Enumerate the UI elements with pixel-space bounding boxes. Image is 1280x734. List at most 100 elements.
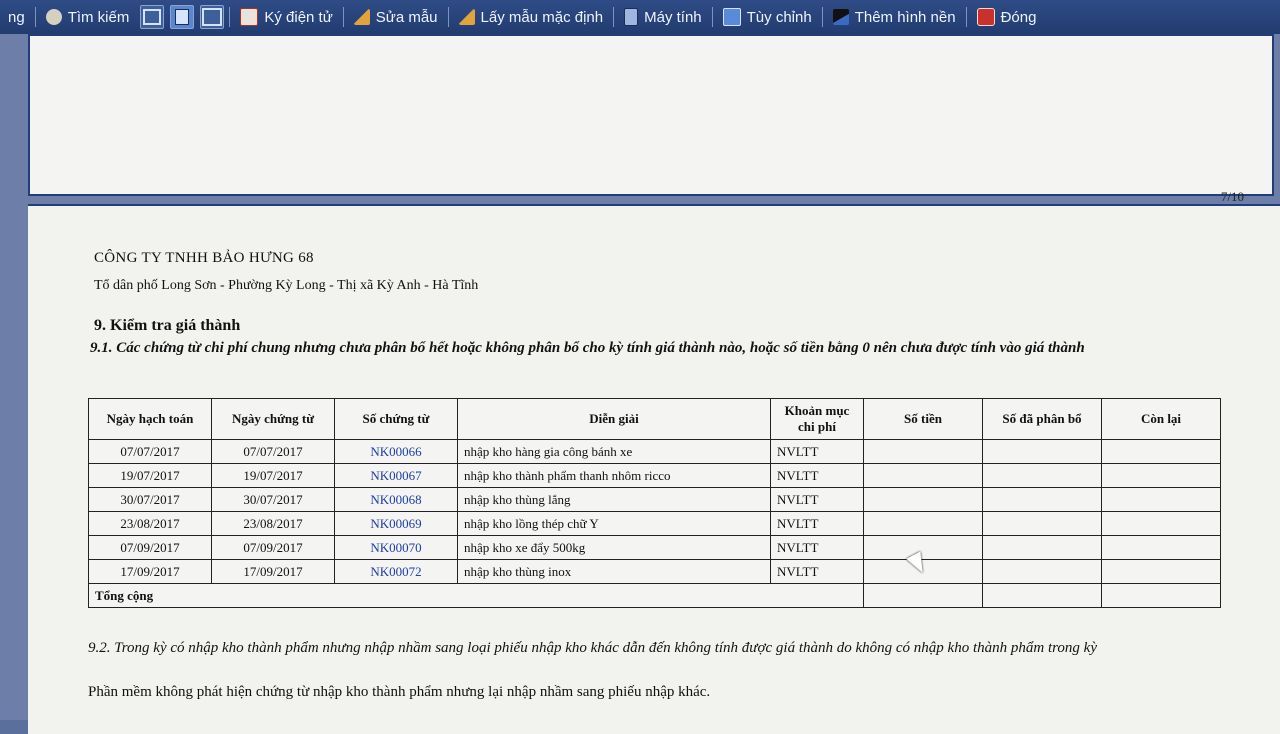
report-toolbar: ng Tìm kiếm Ký điện tử Sửa mẫu Lấy mẫu m… [0,0,1280,34]
cell-allocated [982,559,1102,584]
cell-cost-item: NVLTT [770,487,864,512]
cell-voucher-date: 17/09/2017 [211,559,335,584]
edit-template-button[interactable]: Sửa mẫu [346,0,446,34]
close-label: Đóng [1000,8,1037,26]
search-label: Tìm kiếm [67,8,130,26]
cell-allocated [982,511,1102,536]
col-voucher-number: Số chứng từ [334,398,458,440]
cell-allocated [982,439,1102,464]
document-icon [175,9,190,25]
total-remaining [1101,583,1221,608]
page-number: 7/10 [1220,189,1244,204]
voucher-link[interactable]: NK00072 [334,559,458,584]
cell-description: nhập kho lồng thép chữ Y [457,511,771,536]
cell-remaining [1101,463,1221,488]
cell-posting-date: 07/07/2017 [88,439,212,464]
customize-label: Tùy chỉnh [746,8,812,26]
toolbar-separator [613,7,615,27]
calculator-button[interactable]: Máy tính [616,0,710,34]
cell-allocated [982,535,1102,560]
table-row: 30/07/2017 30/07/2017 NK00068 nhập kho t… [88,487,1221,512]
voucher-link[interactable]: NK00066 [334,439,458,464]
toolbar-item-partial[interactable]: ng [0,0,33,34]
cell-allocated [982,463,1102,488]
fit-view-icon [202,8,223,26]
cell-amount [863,487,983,512]
close-button[interactable]: Đóng [969,0,1045,34]
default-template-label: Lấy mẫu mặc định [480,8,604,26]
cell-voucher-date: 30/07/2017 [211,487,335,512]
binoculars-icon [45,9,62,25]
cell-description: nhập kho thùng lắng [457,487,771,512]
table-total-row: Tổng cộng [88,583,1221,608]
col-allocated: Số đã phân bổ [982,398,1102,440]
voucher-link[interactable]: NK00067 [334,463,458,488]
cell-voucher-date: 23/08/2017 [211,511,335,536]
customize-button[interactable]: Tùy chỉnh [715,0,820,34]
cell-cost-item: NVLTT [770,535,864,560]
cell-remaining [1101,511,1221,536]
col-amount: Số tiền [863,398,983,440]
voucher-table: Ngày hạch toán Ngày chứng từ Số chứng từ… [88,398,1221,608]
table-row: 17/09/2017 17/09/2017 NK00072 nhập kho t… [88,559,1221,584]
total-amount [863,583,983,608]
cell-remaining [1101,535,1221,560]
toolbar-separator [34,7,36,27]
table-row: 19/07/2017 19/07/2017 NK00067 nhập kho t… [88,463,1221,488]
col-cost-item: Khoản mục chi phí [770,398,864,440]
cell-amount [863,511,983,536]
digital-sign-label: Ký điện tử [264,8,333,26]
cell-cost-item: NVLTT [770,511,864,536]
cell-voucher-date: 07/07/2017 [211,439,335,464]
edit-ruler-icon [353,9,370,25]
add-background-label: Thêm hình nền [854,8,956,26]
cell-remaining [1101,559,1221,584]
cell-cost-item: NVLTT [770,439,864,464]
page-view-icon [143,9,162,25]
company-address: Tổ dân phố Long Sơn - Phường Kỳ Long - T… [94,278,479,293]
col-remaining: Còn lại [1101,398,1221,440]
table-row: 07/07/2017 07/07/2017 NK00066 nhập kho h… [88,439,1221,464]
report-viewer[interactable]: 7/10 CÔNG TY TNHH BẢO HƯNG 68 Tổ dân phố… [0,34,1280,734]
company-name: CÔNG TY TNHH BẢO HƯNG 68 [94,250,314,266]
cell-voucher-date: 19/07/2017 [211,463,335,488]
default-template-button[interactable]: Lấy mẫu mặc định [451,0,612,34]
cell-remaining [1101,439,1221,464]
toolbar-separator [821,7,823,27]
table-row: 07/09/2017 07/09/2017 NK00070 nhập kho x… [88,535,1221,560]
toolbar-separator [711,7,713,27]
current-page: CÔNG TY TNHH BẢO HƯNG 68 Tổ dân phố Long… [28,204,1280,734]
col-posting-date: Ngày hạch toán [88,398,212,440]
cell-description: nhập kho thành phẩm thanh nhôm ricco [457,463,771,488]
view-fullscreen-button[interactable] [200,5,225,29]
cell-amount [863,463,983,488]
search-button[interactable]: Tìm kiếm [38,0,138,34]
calculator-icon [624,8,639,26]
toolbar-partial-label: ng [8,8,25,26]
cell-cost-item: NVLTT [770,463,864,488]
previous-page [28,34,1274,196]
calculator-label: Máy tính [644,8,702,26]
cell-posting-date: 07/09/2017 [88,535,212,560]
section-heading-9-2: 9.2. Trong kỳ có nhập kho thành phẩm như… [88,640,1097,656]
digital-sign-button[interactable]: Ký điện tử [232,0,340,34]
section-heading-9: 9. Kiểm tra giá thành [94,317,241,334]
cell-description: nhập kho xe đẩy 500kg [457,535,771,560]
view-document-button[interactable] [170,5,195,29]
cell-amount [863,439,983,464]
cell-posting-date: 23/08/2017 [88,511,212,536]
col-voucher-date: Ngày chứng từ [211,398,335,440]
cell-posting-date: 19/07/2017 [88,463,212,488]
background-image-icon [832,9,849,25]
customize-icon [722,8,741,26]
total-label: Tổng cộng [88,583,864,608]
view-page-button[interactable] [140,5,165,29]
close-icon [976,8,995,26]
voucher-link[interactable]: NK00068 [334,487,458,512]
voucher-link[interactable]: NK00069 [334,511,458,536]
add-background-button[interactable]: Thêm hình nền [825,0,964,34]
voucher-link[interactable]: NK00070 [334,535,458,560]
cell-allocated [982,487,1102,512]
table-header-row: Ngày hạch toán Ngày chứng từ Số chứng từ… [88,398,1221,440]
toolbar-separator [447,7,449,27]
